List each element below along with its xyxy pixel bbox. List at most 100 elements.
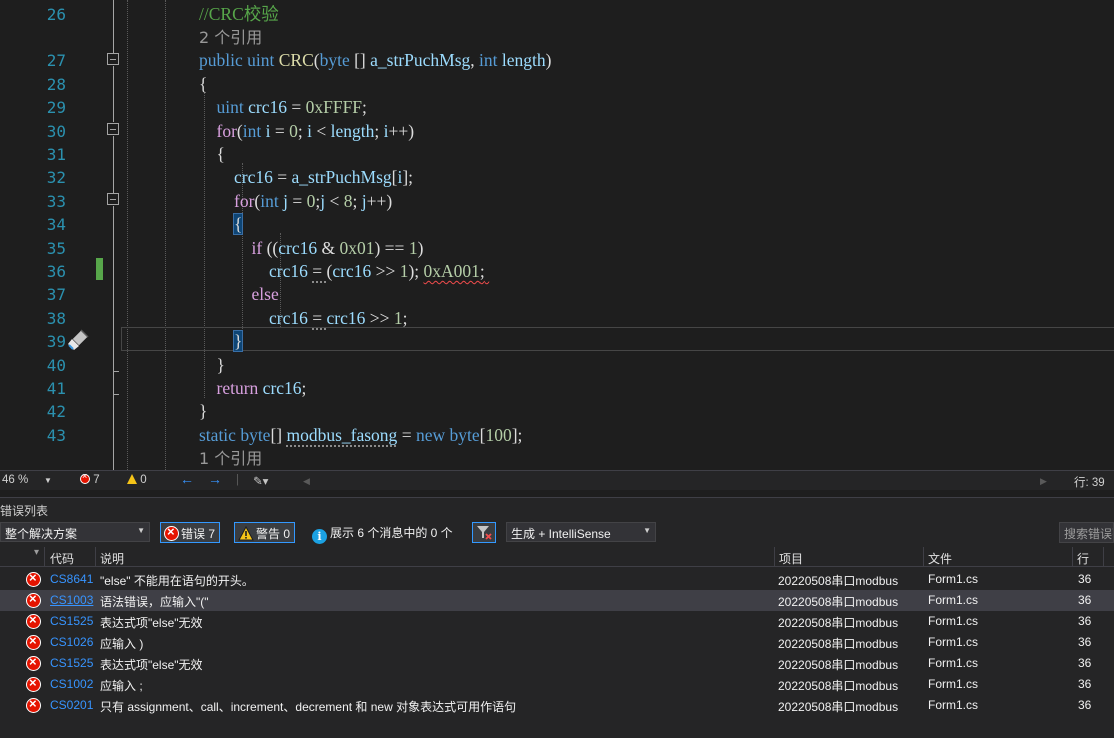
error-row[interactable]: CS0201 只有 assignment、call、increment、decre… <box>0 695 1114 716</box>
code-token: [] <box>270 424 287 445</box>
code-line[interactable]: 30 for(int i = 0; i < length; i++) <box>0 120 1114 143</box>
code-token: (( <box>262 237 279 258</box>
filter-button[interactable] <box>472 522 496 543</box>
scroll-left-icon[interactable]: ◀ <box>303 476 310 487</box>
sort-icon[interactable]: ▾ <box>34 547 39 558</box>
zoom-dropdown-icon[interactable]: ▼ <box>44 476 52 485</box>
code-line[interactable]: 26 //CRC校验 <box>0 3 1114 26</box>
build-filter-dropdown[interactable]: 生成 + IntelliSense ▼ <box>506 522 656 542</box>
error-row[interactable]: CS1003 语法错误，应输入"(" 20220508串口modbus Form1.c… <box>0 590 1114 611</box>
code-line[interactable]: 29 uint crc16 = 0xFFFF; <box>0 96 1114 119</box>
search-input[interactable]: 搜索错误列表 <box>1059 522 1114 543</box>
error-count-indicator[interactable]: 7 <box>80 471 100 486</box>
code-text: static byte[] modbus_fasong = new byte[1… <box>199 424 522 447</box>
error-row[interactable]: CS1525 表达式项"else"无效 20220508串口modbus Form1.… <box>0 653 1114 674</box>
line-number: 38 <box>46 308 66 328</box>
warning-count-indicator[interactable]: 0 <box>127 474 147 486</box>
code-token: { <box>199 73 208 94</box>
error-code[interactable]: CS1026 <box>50 635 93 649</box>
reference-count-lens[interactable]: 2 个引用 <box>0 26 1114 49</box>
error-description: 表达式项"else"无效 <box>100 658 203 672</box>
warning-icon <box>127 474 137 484</box>
code-line[interactable]: 38 crc16 = crc16 >> 1; <box>0 307 1114 330</box>
errors-filter-button[interactable]: 错误 7 <box>160 522 221 543</box>
code-text: crc16 = a_strPuchMsg[i]; <box>199 166 413 189</box>
line-number: 37 <box>46 285 66 305</box>
code-token: crc16 <box>248 97 287 118</box>
line-number: 42 <box>46 402 66 422</box>
code-line[interactable]: 32 crc16 = a_strPuchMsg[i]; <box>0 166 1114 189</box>
warnings-filter-button[interactable]: 警告 0 <box>234 522 296 543</box>
reference-count-lens[interactable]: 1 个引用 <box>0 447 1114 470</box>
code-line[interactable]: 37 else <box>0 283 1114 306</box>
column-header-file[interactable]: 文件 <box>928 550 952 567</box>
error-line: 36 <box>1078 614 1092 628</box>
column-header-project[interactable]: 项目 <box>779 550 803 567</box>
warning-count: 0 <box>140 474 147 486</box>
code-text: return crc16; <box>199 377 307 400</box>
code-editor[interactable]: 26 //CRC校验 2 个引用 27 public uint CRC(byte [] … <box>0 0 1114 470</box>
error-row[interactable]: CS1026 应输入 ) 20220508串口modbus Form1.cs 36 <box>0 632 1114 653</box>
editor-status-bar: 46 % ▼ 7 0 ← → | ✎▾ ◀ ▶ 行: 39 <box>0 470 1114 490</box>
error-code[interactable]: CS1003 <box>50 593 93 607</box>
navigate-forward-icon[interactable]: → <box>208 471 222 487</box>
error-code[interactable]: CS0201 <box>50 698 93 712</box>
code-line[interactable]: 36 crc16 = (crc16 >> 1); 0xA001; <box>0 260 1114 283</box>
error-code[interactable]: CS1525 <box>50 656 93 670</box>
line-number: 28 <box>46 74 66 94</box>
error-code[interactable]: CS1002 <box>50 677 93 691</box>
code-line[interactable]: 41 return crc16; <box>0 377 1114 400</box>
code-text: if ((crc16 & 0x01) == 1) <box>199 237 424 260</box>
error-list-toolbar: 整个解决方案 ▼ 错误 7 警告 0 i展示 6 个消息中的 0 个 生成 + … <box>0 522 1114 546</box>
error-squiggle: 0xA001 <box>423 260 480 281</box>
error-code[interactable]: CS8641 <box>50 572 93 586</box>
code-line[interactable]: 34 { <box>0 213 1114 236</box>
error-row[interactable]: CS8641 "else" 不能用在语句的开头。 20220508串口modbus F… <box>0 569 1114 590</box>
code-token: crc16 <box>269 260 308 281</box>
column-separator[interactable] <box>774 547 775 567</box>
error-project: 20220508串口modbus <box>778 658 899 672</box>
line-number: 27 <box>46 51 66 71</box>
code-text: public uint CRC(byte [] a_strPuchMsg, in… <box>199 49 551 72</box>
column-header-code[interactable]: 代码 <box>50 550 74 567</box>
column-header-line[interactable]: 行 <box>1077 550 1089 567</box>
error-row[interactable]: CS1525 表达式项"else"无效 20220508串口modbus Form1.… <box>0 611 1114 632</box>
code-text: else <box>199 283 279 306</box>
error-code[interactable]: CS1525 <box>50 614 93 628</box>
column-header-description[interactable]: 说明 <box>100 550 124 567</box>
messages-filter-button[interactable]: i 展示 6 个消息中的 0 个 <box>308 522 457 544</box>
code-token: crc16 <box>269 307 308 328</box>
suggestion-dots: = <box>312 307 327 328</box>
code-line[interactable]: 42} <box>0 400 1114 423</box>
code-token: for <box>216 120 237 141</box>
code-token: 1 <box>393 307 403 328</box>
code-text: crc16 = crc16 >> 1; <box>199 307 408 330</box>
line-number: 34 <box>46 215 66 235</box>
scope-dropdown[interactable]: 整个解决方案 ▼ <box>0 522 150 542</box>
column-separator[interactable] <box>95 547 96 567</box>
error-row[interactable]: CS1002 应输入 ; 20220508串口modbus Form1.cs 36 <box>0 674 1114 695</box>
column-separator[interactable] <box>923 547 924 567</box>
navigate-back-icon[interactable]: ← <box>180 471 194 487</box>
scroll-right-icon[interactable]: ▶ <box>1040 476 1047 487</box>
code-token: 0xFFFF <box>305 97 363 118</box>
code-line[interactable]: 31 { <box>0 143 1114 166</box>
column-separator[interactable] <box>1103 547 1104 567</box>
cleanup-brush-icon[interactable]: ✎▾ <box>253 474 268 488</box>
code-token: = <box>270 120 290 141</box>
code-line[interactable]: 43 static byte[] modbus_fasong = new byte… <box>0 424 1114 447</box>
code-line[interactable]: 35 if ((crc16 & 0x01) == 1) <box>0 237 1114 260</box>
line-indicator: 行: 39 <box>1074 477 1105 489</box>
column-separator[interactable] <box>1072 547 1073 567</box>
error-file: Form1.cs <box>928 677 979 691</box>
code-line[interactable]: 28 { <box>0 73 1114 96</box>
code-line[interactable]: 39 } <box>0 330 1114 353</box>
code-line[interactable]: 33 for(int j = 0;j < 8; j++) <box>0 190 1114 213</box>
column-separator[interactable] <box>44 547 45 567</box>
code-token: >> <box>371 260 400 281</box>
code-line[interactable]: 40 } <box>0 354 1114 377</box>
code-line[interactable]: 27 public uint CRC(byte [] a_strPuchMsg, … <box>0 49 1114 72</box>
zoom-level[interactable]: 46 % <box>2 474 28 486</box>
